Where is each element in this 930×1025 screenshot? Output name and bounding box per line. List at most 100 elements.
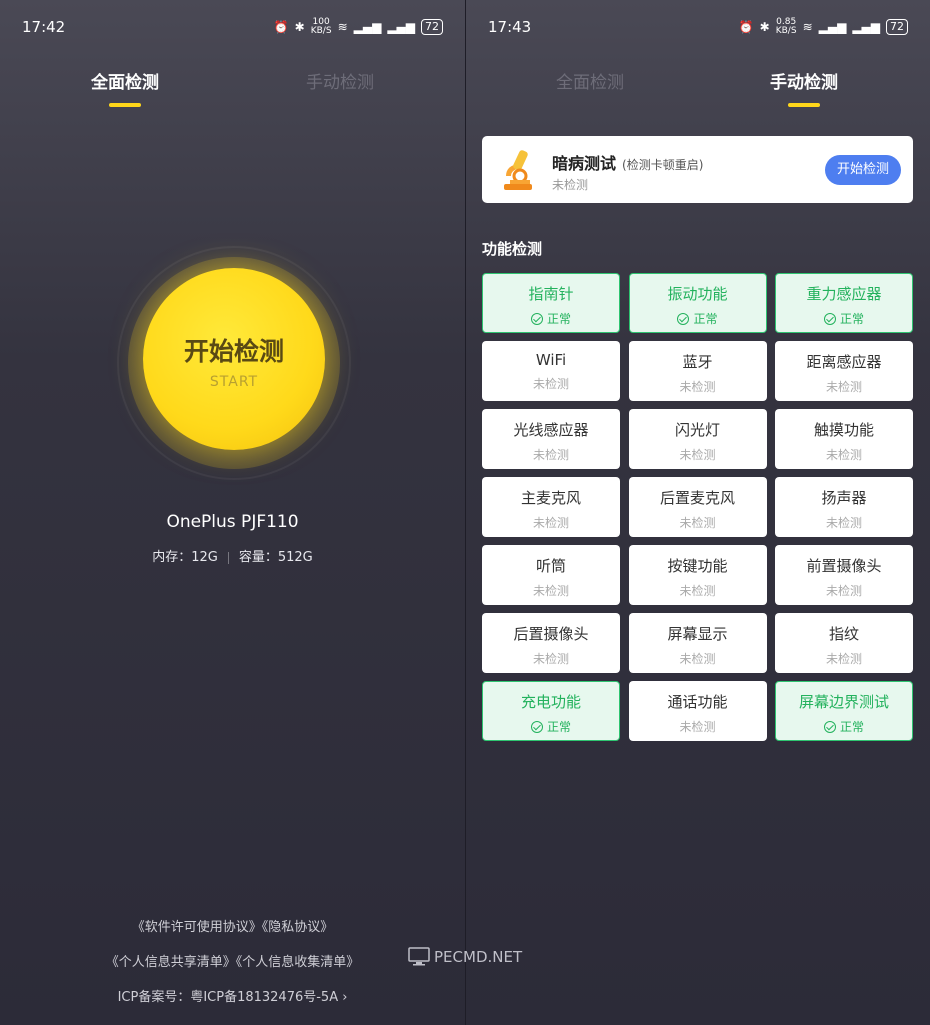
item-name: 屏幕边界测试 xyxy=(798,692,889,711)
license-links[interactable]: 《软件许可使用协议》《隐私协议》 xyxy=(0,916,465,935)
tab-full-check[interactable]: 全面检测 xyxy=(520,68,660,93)
check-circle-icon xyxy=(823,720,836,733)
function-check-item[interactable]: 闪光灯 未检测 xyxy=(628,409,767,469)
item-status: 未检测 xyxy=(629,514,767,531)
function-check-item[interactable]: 屏幕显示 未检测 xyxy=(628,613,767,673)
function-check-item[interactable]: 指南针 正常 xyxy=(482,273,620,333)
card-state: 未检测 xyxy=(552,178,589,192)
item-name: 光线感应器 xyxy=(513,421,589,439)
item-status: 未检测 xyxy=(629,718,767,735)
item-name: 后置摄像头 xyxy=(513,625,589,643)
item-status-text: 未检测 xyxy=(825,652,862,666)
item-name: 重力感应器 xyxy=(806,284,882,303)
item-status: 未检测 xyxy=(482,514,620,531)
item-status-text: 正常 xyxy=(546,311,571,326)
status-bar: 17:43 ⏰ ✱ 0.85 KB/S ≋ ▂▄▆ ▂▄▆ 72 xyxy=(488,16,908,38)
item-name: 主麦克风 xyxy=(520,489,581,507)
item-status: 未检测 xyxy=(629,582,767,599)
item-name: 听筒 xyxy=(535,557,566,575)
function-check-item[interactable]: 后置麦克风 未检测 xyxy=(628,477,767,537)
item-status: 未检测 xyxy=(775,514,913,531)
item-status: 正常 xyxy=(483,310,619,327)
function-check-item[interactable]: 触摸功能 未检测 xyxy=(775,409,913,469)
check-circle-icon xyxy=(677,312,690,325)
status-bar: 17:42 ⏰ ✱ 100 KB/S ≋ ▂▄▆ ▂▄▆ 72 xyxy=(22,16,443,38)
tab-bar: 全面检测 手动检测 xyxy=(0,68,465,118)
status-time: 17:43 xyxy=(488,18,532,36)
left-screen: 17:42 ⏰ ✱ 100 KB/S ≋ ▂▄▆ ▂▄▆ 72 全面检测 手动检测… xyxy=(0,0,465,1025)
item-status-text: 未检测 xyxy=(825,584,862,598)
function-check-item[interactable]: 光线感应器 未检测 xyxy=(482,409,620,469)
item-status: 未检测 xyxy=(775,378,913,395)
function-check-item[interactable]: 蓝牙 未检测 xyxy=(628,341,767,401)
network-speed: 0.85 KB/S xyxy=(775,17,797,36)
item-status-text: 未检测 xyxy=(532,652,569,666)
item-status: 未检测 xyxy=(482,375,620,392)
item-status-text: 正常 xyxy=(693,311,718,326)
privacy-list-links[interactable]: 《个人信息共享清单》《个人信息收集清单》 xyxy=(0,951,465,970)
check-circle-icon xyxy=(530,720,543,733)
signal-icon: ▂▄▆ xyxy=(852,20,880,34)
item-status-text: 正常 xyxy=(839,311,864,326)
function-check-item[interactable]: 充电功能 正常 xyxy=(482,681,620,741)
item-name: 按键功能 xyxy=(667,557,728,575)
item-name: 蓝牙 xyxy=(682,353,713,371)
status-time: 17:42 xyxy=(22,18,66,36)
item-status-text: 未检测 xyxy=(679,584,716,598)
tab-full-check[interactable]: 全面检测 xyxy=(55,68,195,107)
function-check-item[interactable]: 指纹 未检测 xyxy=(775,613,913,673)
function-check-item[interactable]: 后置摄像头 未检测 xyxy=(482,613,620,673)
signal-icon: ▂▄▆ xyxy=(818,20,847,34)
device-model: OnePlus PJF110 xyxy=(166,512,299,532)
status-icons: ⏰ ✱ 100 KB/S ≋ ▂▄▆ ▂▄▆ 72 xyxy=(274,18,443,36)
function-check-item[interactable]: 按键功能 未检测 xyxy=(628,545,767,605)
start-test-button[interactable]: 开始检测 xyxy=(825,155,901,185)
start-check-button[interactable]: 开始检测 START xyxy=(143,268,325,450)
function-check-item[interactable]: WiFi 未检测 xyxy=(482,341,620,401)
item-status: 未检测 xyxy=(629,378,767,395)
item-status-text: 未检测 xyxy=(532,516,569,530)
item-name: 后置麦克风 xyxy=(659,489,735,507)
item-status-text: 正常 xyxy=(546,719,571,734)
item-status-text: 未检测 xyxy=(679,448,716,462)
item-status-text: 未检测 xyxy=(679,720,716,734)
item-status-text: 未检测 xyxy=(825,380,862,394)
tab-manual-check[interactable]: 手动检测 xyxy=(270,68,410,93)
item-name: 闪光灯 xyxy=(674,421,720,439)
tab-bar: 全面检测 手动检测 xyxy=(466,68,930,118)
item-status-text: 未检测 xyxy=(679,516,716,530)
function-check-item[interactable]: 主麦克风 未检测 xyxy=(482,477,620,537)
item-name: 指纹 xyxy=(828,625,859,643)
function-check-item[interactable]: 屏幕边界测试正常 xyxy=(775,681,913,741)
function-check-item[interactable]: 重力感应器正常 xyxy=(775,273,913,333)
section-title: 功能检测 xyxy=(482,240,543,258)
item-name: 前置摄像头 xyxy=(806,557,882,575)
bluetooth-icon: ✱ xyxy=(294,20,305,34)
item-name: 屏幕显示 xyxy=(667,625,728,643)
item-status: 正常 xyxy=(630,310,766,327)
function-check-grid: 指南针 正常 振动功能 正常 重力感应器 正常 WiFi 未检测 蓝牙 未检测 距离感应器 未检测 光线… xyxy=(482,273,913,741)
function-check-item[interactable]: 扬声器 未检测 xyxy=(775,477,913,537)
item-status-text: 未检测 xyxy=(679,380,716,394)
item-status: 未检测 xyxy=(775,582,913,599)
item-status: 正常 xyxy=(776,718,912,735)
battery-icon: 72 xyxy=(421,19,443,35)
function-check-item[interactable]: 听筒 未检测 xyxy=(482,545,620,605)
function-check-item[interactable]: 距离感应器 未检测 xyxy=(775,341,913,401)
item-status-text: 正常 xyxy=(839,719,864,734)
function-check-item[interactable]: 振动功能 正常 xyxy=(628,273,767,333)
alarm-icon: ⏰ xyxy=(738,20,754,34)
function-check-item[interactable]: 前置摄像头 未检测 xyxy=(775,545,913,605)
check-circle-icon xyxy=(823,312,836,325)
function-check-item[interactable]: 通话功能 未检测 xyxy=(628,681,767,741)
wifi-icon: ≋ xyxy=(337,20,348,34)
item-name: WiFi xyxy=(535,351,567,369)
icp-record-link[interactable]: ICP备案号：粤ICP备18132476号-5A › xyxy=(0,986,465,1005)
device-specs: 内存：12G 容量：512G xyxy=(152,550,313,565)
tab-manual-check[interactable]: 手动检测 xyxy=(734,68,874,107)
signal-icon: ▂▄▆ xyxy=(353,20,382,34)
wifi-icon: ≋ xyxy=(802,20,813,34)
item-status: 未检测 xyxy=(482,446,620,463)
item-status: 未检测 xyxy=(482,650,620,667)
item-name: 扬声器 xyxy=(821,489,867,507)
